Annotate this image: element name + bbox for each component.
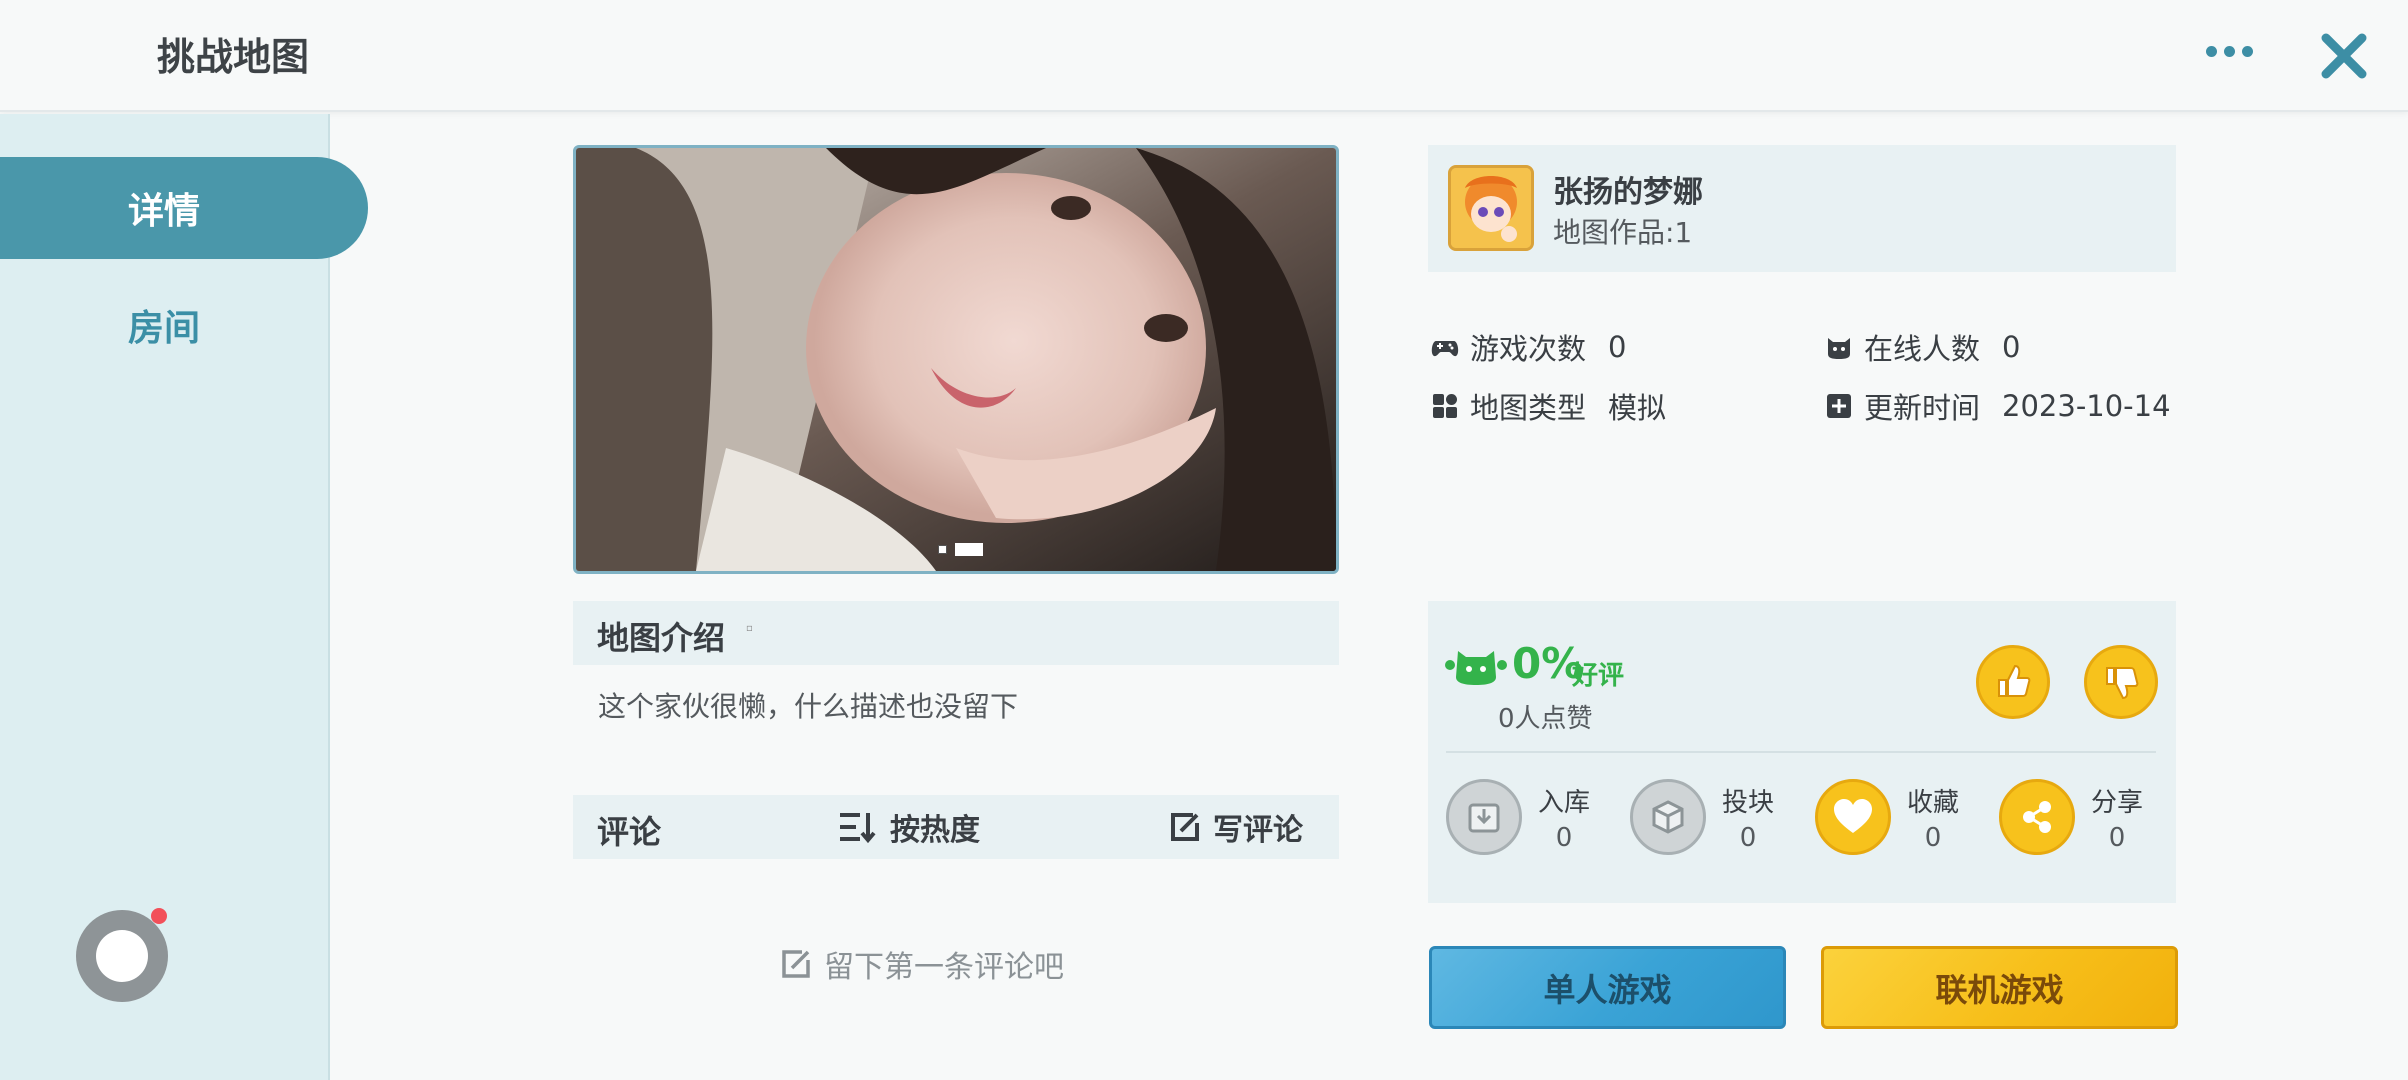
collect-to-library-button[interactable]: 入库 0: [1446, 779, 1590, 855]
action-count: 0: [1924, 822, 1942, 853]
rating-panel: 0% 好评 0人点赞 入库 0 投块 0 收藏 0 分享 0: [1428, 601, 2176, 903]
divider: [1446, 751, 2156, 753]
author-works: 地图作品:1: [1553, 216, 1693, 249]
edit-icon: [782, 950, 810, 978]
more-dots-icon[interactable]: [2206, 46, 2253, 57]
heart-icon: [1815, 779, 1891, 855]
share-icon: [1999, 779, 2075, 855]
stat-online: 在线人数 0: [1824, 326, 2020, 368]
edit-icon: [1171, 813, 1199, 841]
record-icon[interactable]: [76, 908, 168, 1002]
thumbs-down-button[interactable]: [2084, 645, 2158, 719]
action-label: 入库: [1538, 787, 1591, 818]
updated-label: 更新时间: [1864, 391, 1981, 425]
updated-value: 2023-10-14: [2002, 389, 2171, 423]
intro-title: 地图介绍: [597, 619, 726, 657]
sort-icon: [840, 813, 876, 844]
cast-block-button[interactable]: 投块 0: [1630, 779, 1774, 855]
cat-face-icon: [1828, 338, 1850, 359]
action-count: 0: [1739, 822, 1757, 853]
cat-mascot-icon: [1445, 651, 1507, 685]
notification-dot: [151, 908, 167, 924]
gamepad-icon: [1431, 341, 1459, 357]
tab-details[interactable]: 详情: [0, 157, 368, 259]
plays-value: 0: [1608, 330, 1627, 364]
stat-map-type: 地图类型 模拟: [1430, 385, 1666, 427]
first-comment-prompt[interactable]: 留下第一条评论吧: [780, 942, 1064, 986]
cube-icon: [1630, 779, 1706, 855]
plus-square-icon: [1827, 394, 1851, 418]
plays-label: 游戏次数: [1470, 332, 1587, 366]
grid-icon: [1433, 394, 1457, 418]
carousel-indicator: [938, 543, 983, 556]
author-name: 张扬的梦娜: [1553, 175, 1703, 210]
sort-label: 按热度: [890, 813, 980, 848]
author-card[interactable]: 张扬的梦娜 地图作品:1: [1428, 145, 2176, 272]
stat-updated: 更新时间 2023-10-14: [1824, 385, 2171, 427]
approval-label: 好评: [1572, 661, 1625, 691]
action-count: 0: [2108, 822, 2126, 853]
action-label: 分享: [2091, 787, 2144, 818]
close-icon[interactable]: [2318, 30, 2370, 82]
action-label: 收藏: [1907, 787, 1960, 818]
favorite-button[interactable]: 收藏 0: [1815, 779, 1959, 855]
map-preview-image[interactable]: [573, 145, 1339, 574]
action-count: 0: [1555, 822, 1573, 853]
action-label: 投块: [1722, 787, 1775, 818]
first-comment-label: 留下第一条评论吧: [824, 950, 1064, 985]
single-player-button[interactable]: 单人游戏: [1429, 946, 1786, 1029]
intro-header: 地图介绍 ▫: [573, 601, 1339, 665]
page-title: 挑战地图: [157, 35, 310, 79]
map-type-value: 模拟: [1608, 391, 1667, 425]
sidebar: 详情 房间: [0, 114, 368, 1080]
comment-title: 评论: [597, 813, 662, 851]
intro-description: 这个家伙很懒，什么描述也没留下: [598, 690, 1019, 723]
write-comment-label: 写评论: [1213, 813, 1303, 848]
thumbs-up-button[interactable]: [1976, 645, 2050, 719]
download-box-icon: [1446, 779, 1522, 855]
stat-plays: 游戏次数 0: [1430, 326, 1626, 368]
thumbs-down-icon: [2106, 667, 2139, 700]
info-mark-icon: ▫: [746, 623, 753, 634]
comment-header: 评论 按热度 写评论: [573, 795, 1339, 859]
share-button[interactable]: 分享 0: [1999, 779, 2143, 855]
map-type-label: 地图类型: [1470, 391, 1587, 425]
top-bar: 挑战地图: [0, 0, 2408, 112]
avatar: [1448, 165, 1534, 251]
thumbs-up-icon: [1998, 664, 2031, 697]
online-value: 0: [2002, 330, 2021, 364]
sort-by-hot-button[interactable]: 按热度: [838, 805, 980, 849]
tab-rooms[interactable]: 房间: [0, 274, 368, 376]
online-label: 在线人数: [1864, 332, 1981, 366]
multiplayer-button[interactable]: 联机游戏: [1821, 946, 2178, 1029]
write-comment-button[interactable]: 写评论: [1169, 805, 1303, 849]
likes-count: 0人点赞: [1498, 704, 1593, 734]
